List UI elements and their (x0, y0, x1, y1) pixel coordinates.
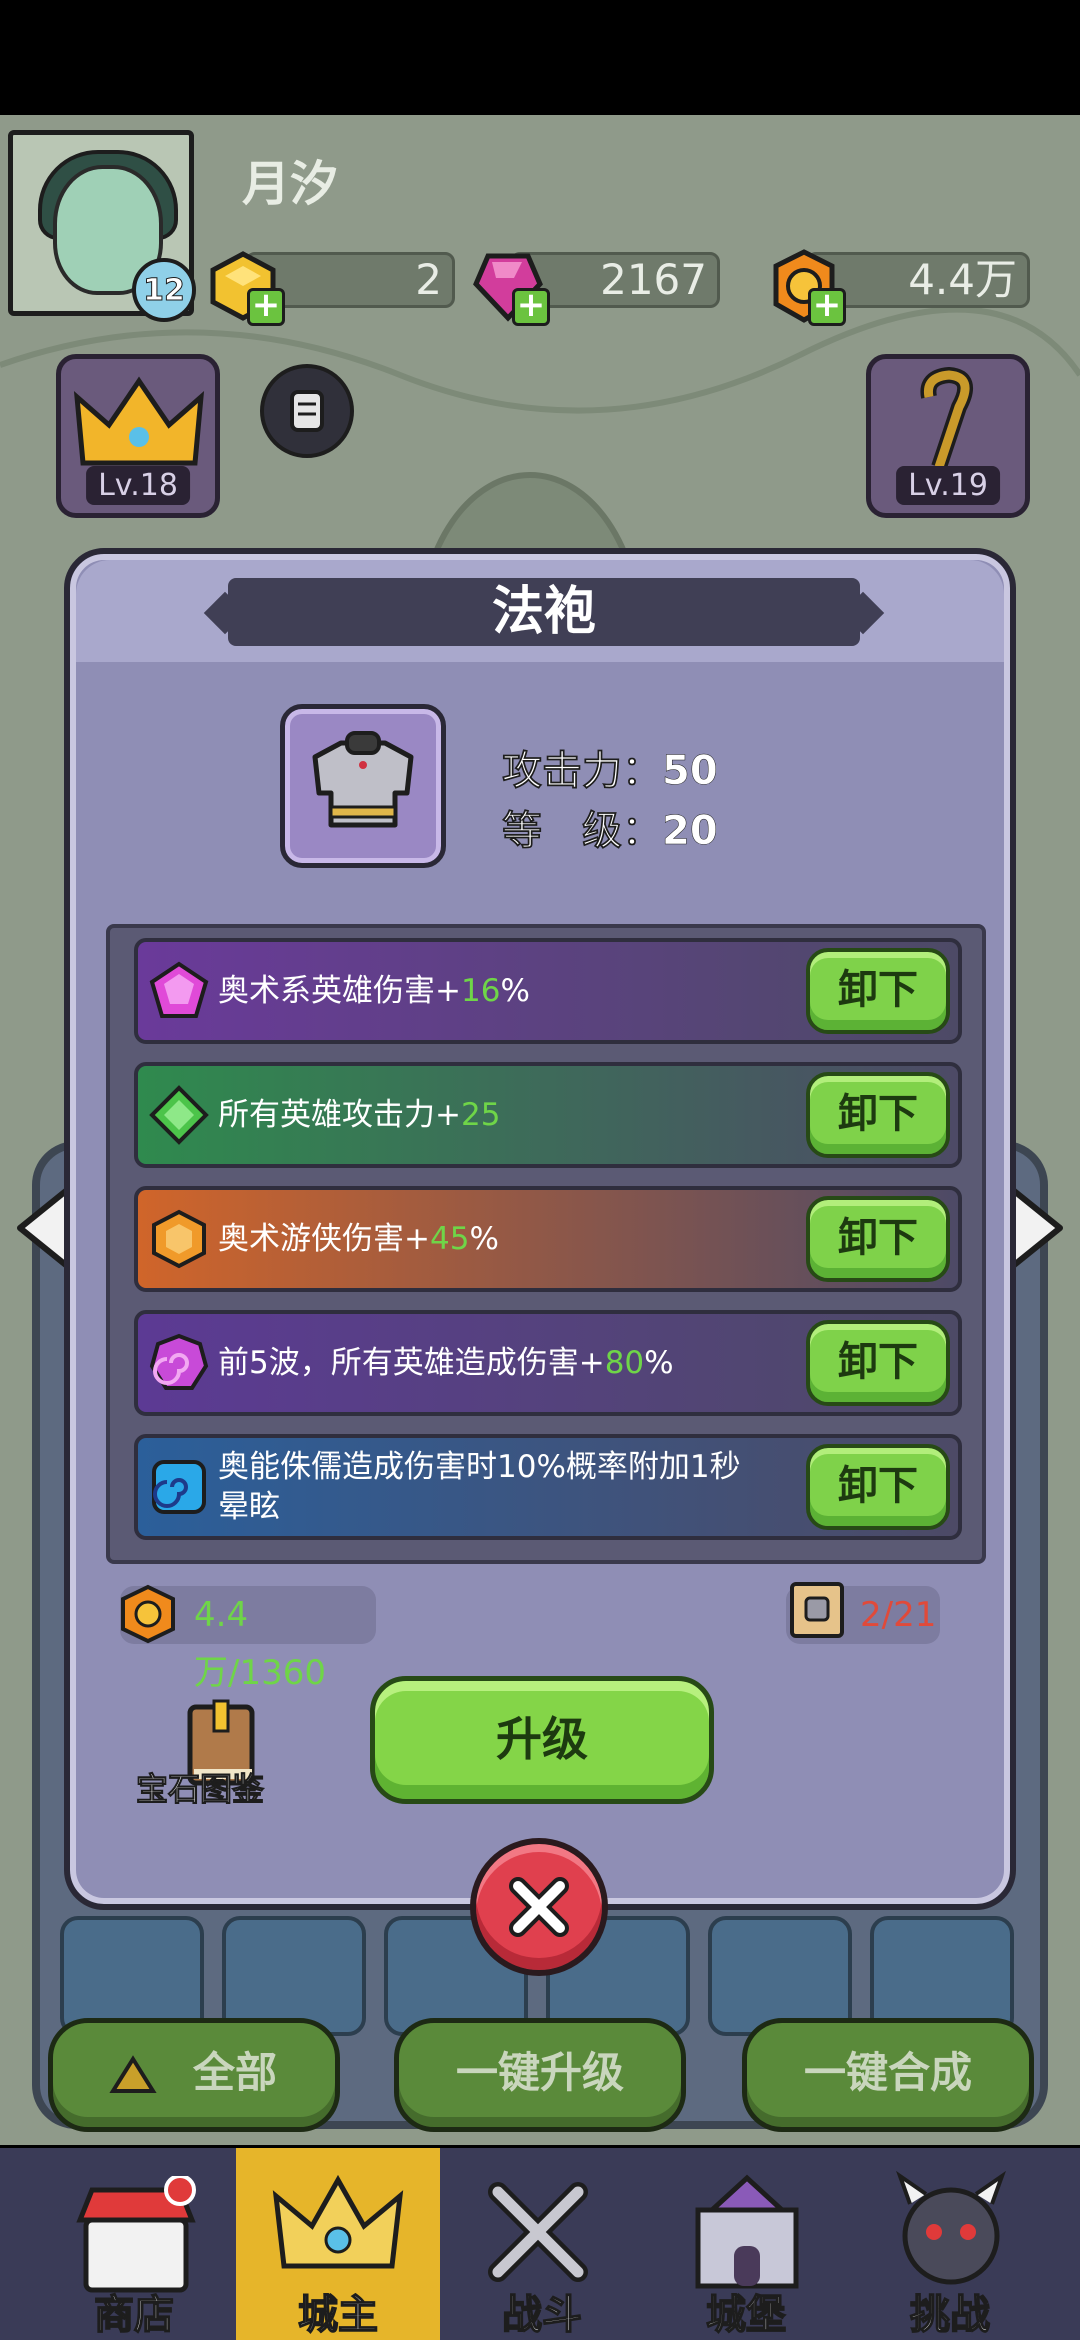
stat-attack: 攻击力：50 (502, 738, 718, 796)
stat-attack-value: 50 (662, 748, 718, 795)
scroll-cost: 2/21 (786, 1582, 940, 1644)
currency-coin: + 4.4万 (766, 248, 1030, 326)
gem-effect-value: 45 (429, 1221, 470, 1257)
coin-cost-value: 4.4万/1360 (194, 1595, 326, 1693)
unequip-button[interactable]: 卸下 (806, 948, 950, 1034)
gem-effect-value: 80 (604, 1345, 645, 1381)
unequip-button[interactable]: 卸下 (806, 1320, 950, 1406)
one-click-upgrade-button[interactable]: 一键升级 (394, 2018, 686, 2132)
robe-scroll-icon (790, 1582, 844, 1638)
gem-row: 所有英雄攻击力+25 卸下 (134, 1062, 962, 1168)
stat-level-label: 等 级： (502, 808, 663, 855)
gem-effect-suffix: % (500, 973, 530, 1009)
gem-row: 前5波，所有英雄造成伤害+80% 卸下 (134, 1310, 962, 1416)
unequip-button[interactable]: 卸下 (806, 1444, 950, 1530)
tab-challenge[interactable]: 挑战 (848, 2148, 1052, 2340)
add-gold-cube-button[interactable]: + (247, 288, 285, 326)
gem-effect-prefix: 奥术系英雄伤害+ (218, 973, 461, 1009)
castle-icon (695, 2174, 799, 2289)
status-bar (0, 0, 1080, 115)
robe-item-icon (280, 704, 446, 868)
gem-effect-value: 16 (460, 973, 501, 1009)
equipment-slot-crown[interactable]: Lv.18 (56, 354, 220, 518)
shop-icon (76, 2176, 196, 2293)
gem-effect-text: 所有英雄攻击力+25 (218, 1066, 778, 1164)
crown-icon (73, 376, 205, 466)
demon-icon (896, 2170, 1006, 2285)
gem-effect-text: 奥术系英雄伤害+16% (218, 942, 778, 1040)
gem-row: 奥术游侠伤害+45% 卸下 (134, 1186, 962, 1292)
stat-level: 等 级：20 (502, 798, 718, 856)
scroll-icon (290, 390, 324, 432)
staff-icon (920, 367, 974, 470)
equipment-detail-modal: 法袍 攻击力：50 等 级：20 奥术系英雄伤害+16% 卸下 所有英雄攻击力+… (64, 548, 1016, 1910)
player-name: 月汐 (242, 156, 339, 212)
gem-effect-text: 奥术游侠伤害+45% (218, 1190, 778, 1288)
tab-lord[interactable]: 城主 (236, 2148, 440, 2340)
purple-swirl-gem-icon (149, 1333, 209, 1390)
player-level-badge: 12 (132, 258, 196, 322)
scroll-cost-value: 2/21 (860, 1595, 937, 1635)
add-coin-button[interactable]: + (808, 288, 846, 326)
close-modal-button[interactable] (470, 1838, 608, 1976)
gem-effect-text: 奥能侏儒造成伤害时10%概率附加1秒晕眩 (218, 1438, 758, 1536)
swords-icon (488, 2182, 588, 2282)
scroll-button[interactable] (260, 364, 354, 458)
filter-all-button[interactable]: 全部 (48, 2018, 340, 2132)
green-diamond-gem-icon (149, 1085, 209, 1145)
currency-gold-cube: + 2 (205, 248, 455, 326)
purple-pentagon-gem-icon (149, 961, 209, 1018)
slot-level: Lv.19 (896, 466, 1000, 505)
blue-swirl-gem-icon (152, 1460, 206, 1514)
stat-attack-label: 攻击力： (502, 748, 663, 795)
gem-effect-suffix: % (469, 1221, 499, 1257)
robe-icon (312, 731, 414, 828)
tab-shop[interactable]: 商店 (32, 2148, 236, 2340)
unequip-button[interactable]: 卸下 (806, 1072, 950, 1158)
equipment-slot-staff[interactable]: Lv.19 (866, 354, 1030, 518)
gem-effect-text: 前5波，所有英雄造成伤害+80% (218, 1314, 778, 1412)
gem-socket-panel: 奥术系英雄伤害+16% 卸下 所有英雄攻击力+25 卸下 奥术游侠伤害+45% … (106, 924, 986, 1564)
triangle-icon (109, 2055, 157, 2093)
coin-cost: 4.4万/1360 (120, 1584, 376, 1693)
add-pink-gem-button[interactable]: + (512, 288, 550, 326)
gem-row: 奥能侏儒造成伤害时10%概率附加1秒晕眩 卸下 (134, 1434, 962, 1540)
gem-effect-value: 25 (460, 1097, 501, 1133)
stat-level-value: 20 (662, 808, 718, 855)
gem-effect-prefix: 奥能侏儒造成伤害时10%概率附加1秒晕眩 (218, 1449, 741, 1525)
one-click-merge-button[interactable]: 一键合成 (742, 2018, 1034, 2132)
orange-hexagon-gem-icon (152, 1209, 206, 1269)
gem-effect-suffix: % (644, 1345, 674, 1381)
filter-all-label: 全部 (193, 2048, 278, 2097)
tab-challenge-label: 挑战 (909, 2291, 991, 2339)
close-icon (509, 1877, 569, 1937)
gem-book-label[interactable]: 宝石图鉴 (120, 1764, 280, 1810)
tab-shop-label: 商店 (93, 2291, 175, 2339)
modal-title: 法袍 (228, 578, 860, 646)
upgrade-button[interactable]: 升级 (370, 1676, 714, 1804)
bottom-tab-bar: 商店 城主 战斗 城堡 挑战 (0, 2148, 1080, 2340)
tab-battle[interactable]: 战斗 (440, 2148, 644, 2340)
gem-effect-prefix: 奥术游侠伤害+ (218, 1221, 430, 1257)
gem-row: 奥术系英雄伤害+16% 卸下 (134, 938, 962, 1044)
crown-icon (272, 2174, 404, 2269)
currency-pink-gem: + 2167 (470, 248, 720, 326)
slot-level: Lv.18 (86, 466, 190, 505)
tab-castle[interactable]: 城堡 (644, 2148, 848, 2340)
tab-castle-label: 城堡 (705, 2291, 787, 2339)
tab-lord-label: 城主 (297, 2291, 379, 2339)
tab-battle-label: 战斗 (501, 2291, 583, 2339)
gem-effect-prefix: 所有英雄攻击力+ (218, 1097, 461, 1133)
unequip-button[interactable]: 卸下 (806, 1196, 950, 1282)
gem-effect-prefix: 前5波，所有英雄造成伤害+ (218, 1345, 605, 1381)
coin-icon (121, 1584, 175, 1644)
